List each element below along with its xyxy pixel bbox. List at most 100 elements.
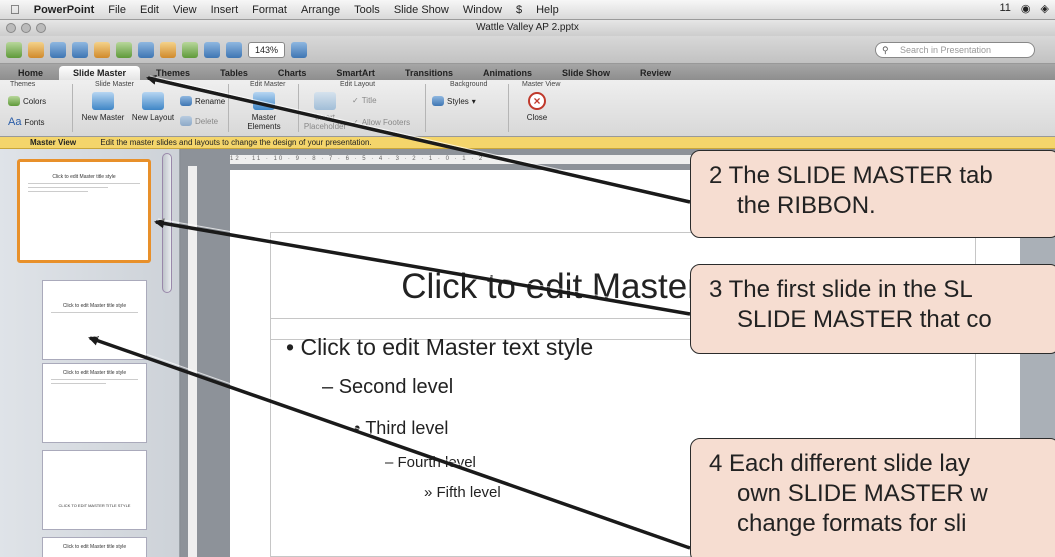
thumbnail-layout[interactable]: Click to edit Master title style [42, 280, 147, 360]
standard-toolbar: 143% ⚲ Search in Presentation [0, 36, 1055, 64]
close-icon: × [528, 92, 546, 110]
slide-thumbnail-panel: Click to edit Master title style Click t… [0, 149, 180, 557]
tab-animations[interactable]: Animations [469, 66, 546, 80]
thumbnail-line [28, 187, 108, 188]
thumbnail-title: Click to edit Master title style [52, 174, 116, 180]
wifi-icon[interactable]: ◈ [1041, 2, 1049, 15]
tab-review[interactable]: Review [626, 66, 685, 80]
menu-file[interactable]: File [108, 4, 126, 16]
insert-placeholder-button[interactable]: Insert Placeholder [300, 92, 350, 131]
menu-slide-show[interactable]: Slide Show [394, 4, 449, 16]
bluetooth-icon[interactable]: ◉ [1021, 2, 1031, 15]
thumbnail-layout[interactable]: Click to edit Master title style [42, 363, 147, 443]
delete-button[interactable]: Delete [180, 116, 218, 126]
tab-smartart[interactable]: SmartArt [322, 66, 389, 80]
thumbnail-scrollbar[interactable] [162, 153, 172, 293]
zoom-select[interactable]: 143% [248, 41, 286, 58]
callout-4: 4 Each different slide lay own SLIDE MAS… [690, 438, 1055, 557]
minimize-window-icon[interactable] [21, 23, 31, 33]
body-level-2-text: Second level [338, 376, 454, 398]
rename-button[interactable]: Rename [180, 96, 225, 106]
close-window-icon[interactable] [6, 23, 16, 33]
colors-label: Colors [23, 96, 47, 106]
body-level-2: – Second level [322, 376, 453, 399]
callout-3-line-1: 3 The first slide in the SL [709, 276, 973, 303]
search-input[interactable]: ⚲ Search in Presentation [875, 42, 1035, 58]
group-label-background: Background [450, 81, 488, 88]
new-layout-label: New Layout [131, 113, 175, 122]
thumbnail-layout[interactable]: CLICK TO EDIT MASTER TITLE STYLE [42, 450, 147, 530]
menu-app-name[interactable]: PowerPoint [34, 4, 95, 16]
checkmark-icon: ✓ [352, 118, 359, 127]
tab-slide-master[interactable]: Slide Master [59, 66, 141, 80]
gallery-icon[interactable] [226, 41, 242, 58]
window-title: Wattle Valley AP 2.pptx [476, 22, 579, 33]
thumbnail-line [51, 383, 106, 384]
allow-footers-checkbox[interactable]: ✓ Allow Footers [352, 118, 410, 127]
menu-tools[interactable]: Tools [354, 4, 380, 16]
colors-button[interactable]: Colors [8, 96, 46, 106]
tab-charts[interactable]: Charts [264, 66, 321, 80]
close-master-button[interactable]: × Close [515, 92, 559, 122]
tab-home[interactable]: Home [4, 66, 57, 80]
thumbnail-slide-master[interactable]: Click to edit Master title style [17, 159, 151, 263]
fonts-button[interactable]: Aa Fonts [8, 116, 44, 128]
zoom-window-icon[interactable] [36, 23, 46, 33]
undo-icon[interactable] [182, 41, 198, 58]
master-elements-button[interactable]: Master Elements [234, 92, 294, 131]
master-view-label: Master View [30, 138, 77, 147]
script-menu-icon[interactable]: $ [516, 4, 522, 16]
thumbnail-layout[interactable]: Click to edit Master title style [42, 537, 147, 557]
redo-icon[interactable] [204, 41, 220, 58]
new-master-label: New Master [81, 113, 125, 122]
tab-slide-show[interactable]: Slide Show [548, 66, 624, 80]
apple-menu-icon[interactable]:  [10, 2, 20, 17]
title-checkbox[interactable]: ✓ Title [352, 96, 377, 105]
tab-transitions[interactable]: Transitions [391, 66, 467, 80]
menu-format[interactable]: Format [252, 4, 287, 16]
status-indicator[interactable]: 11 [1000, 2, 1011, 15]
help-icon[interactable] [291, 41, 308, 58]
menu-arrange[interactable]: Arrange [301, 4, 340, 16]
body-level-1: • Click to edit Master text style [286, 334, 593, 361]
body-level-1-text: Click to edit Master text style [300, 334, 594, 360]
delete-label: Delete [195, 116, 219, 126]
tab-tables[interactable]: Tables [206, 66, 262, 80]
callout-3: 3 The first slide in the SL SLIDE MASTER… [690, 264, 1055, 354]
tab-themes[interactable]: Themes [142, 66, 204, 80]
search-placeholder: Search in Presentation [900, 45, 992, 55]
dash-icon: – [385, 454, 398, 471]
callout-4-line-1: 4 Each different slide lay [709, 450, 971, 477]
group-label-themes: Themes [10, 81, 36, 88]
menu-window[interactable]: Window [463, 4, 502, 16]
open-icon[interactable] [50, 41, 66, 58]
close-master-label: Close [526, 113, 548, 122]
menu-view[interactable]: View [173, 4, 197, 16]
menu-insert[interactable]: Insert [211, 4, 239, 16]
copy-icon[interactable] [138, 41, 154, 58]
new-master-button[interactable]: New Master [78, 92, 128, 122]
bullet-icon: • [354, 418, 366, 438]
thumbnail-line [28, 191, 88, 192]
chevron-down-icon: ▾ [471, 96, 476, 106]
save-icon[interactable] [72, 41, 88, 58]
menu-edit[interactable]: Edit [140, 4, 159, 16]
delete-icon [180, 116, 192, 126]
menu-help[interactable]: Help [536, 4, 559, 16]
group-label-edit-layout: Edit Layout [340, 81, 376, 88]
print-icon[interactable] [94, 41, 110, 58]
new-layout-button[interactable]: New Layout [128, 92, 178, 122]
callout-4-line-2: own SLIDE MASTER w [737, 480, 988, 507]
insert-placeholder-label: Insert Placeholder [303, 113, 347, 131]
allow-footers-label: Allow Footers [361, 118, 411, 127]
styles-button[interactable]: Styles ▾ [432, 96, 476, 106]
cut-icon[interactable] [116, 41, 132, 58]
new-icon[interactable] [6, 41, 22, 58]
body-level-5-text: Fifth level [436, 484, 501, 501]
paste-icon[interactable] [160, 41, 176, 58]
ribbon-separator [425, 84, 426, 132]
templates-icon[interactable] [28, 41, 44, 58]
master-elements-label: Master Elements [247, 113, 281, 131]
checkmark-icon: ✓ [352, 96, 359, 105]
window-title-bar: Wattle Valley AP 2.pptx [0, 20, 1055, 36]
